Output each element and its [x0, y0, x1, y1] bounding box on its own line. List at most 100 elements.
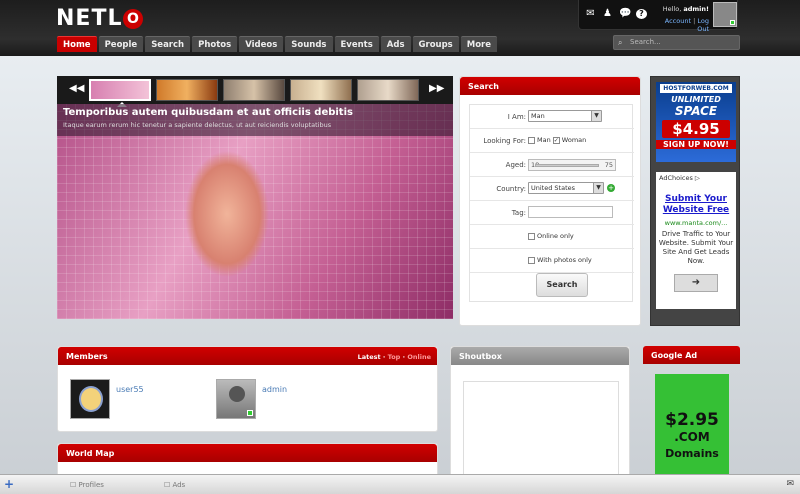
tag-input[interactable] — [528, 206, 613, 218]
logo-text: NETL — [56, 6, 123, 31]
iam-select[interactable]: Man ▼ — [528, 110, 602, 122]
plus-icon[interactable]: + — [4, 477, 14, 491]
iam-value: Man — [531, 112, 545, 120]
country-label: Country: — [496, 185, 526, 193]
search-icon: ⌕ — [618, 38, 623, 47]
slide-title[interactable]: Temporibus autem quibusdam et aut offici… — [63, 107, 447, 118]
members-panel: Members Latest · Top · Online user55 adm… — [57, 346, 438, 432]
user-box: ✉ ♟ 💬 ? Hello, admin! Account | Log Out — [578, 0, 738, 33]
tab-latest[interactable]: Latest — [358, 353, 381, 361]
slider-thumbnails: ◀◀ ▶▶ — [57, 76, 453, 104]
nav-tab-search[interactable]: Search — [145, 36, 191, 52]
slide-caption: Temporibus autem quibusdam et aut offici… — [57, 104, 453, 136]
slide-image[interactable] — [57, 104, 453, 319]
checkbox-woman[interactable]: ✓ — [552, 136, 560, 144]
ad-description: Drive Traffic to Your Website. Submit Yo… — [658, 230, 734, 265]
logout-link[interactable]: Log Out — [697, 17, 709, 33]
domain-ad-price: $2.95 — [665, 410, 719, 430]
nav-tab-more[interactable]: More — [460, 36, 498, 52]
bottom-ads[interactable]: ☐ Ads — [164, 481, 185, 489]
age-range-track[interactable] — [535, 164, 599, 167]
site-search-input[interactable]: ⌕ Search... — [613, 35, 740, 50]
bottom-profiles-label: Profiles — [78, 481, 104, 489]
members-tab-sep: · — [382, 353, 386, 361]
nav-tab-sounds[interactable]: Sounds — [285, 36, 333, 52]
member-avatar-user55[interactable] — [70, 379, 110, 419]
photos-option: With photos only — [528, 256, 592, 264]
shoutbox-panel: Shoutbox — [450, 346, 630, 494]
help-icon[interactable]: ? — [636, 9, 647, 19]
nav-tab-home[interactable]: Home — [57, 36, 97, 52]
add-country-icon[interactable]: + — [607, 184, 615, 192]
looking-row: Looking For: Man ✓ Woman — [470, 129, 634, 153]
user-greeting: Hello, admin! Account | Log Out — [653, 5, 709, 33]
user-avatar[interactable] — [713, 2, 737, 27]
nav-tab-events[interactable]: Events — [334, 36, 379, 52]
ad-url[interactable]: www.manta.com/... — [656, 219, 736, 227]
slider-prev-icon[interactable]: ◀◀ — [69, 83, 84, 94]
adchoices-label[interactable]: AdChoices ▷ — [656, 172, 736, 184]
tag-row: Tag: — [470, 201, 634, 225]
checkbox-online-only[interactable] — [528, 232, 535, 240]
bottom-ads-label: Ads — [172, 481, 186, 489]
account-link[interactable]: Account — [665, 17, 691, 25]
worldmap-title: World Map — [58, 444, 437, 462]
bottom-items: ☐ Profiles ☐ Ads — [70, 481, 185, 489]
search-button[interactable]: Search — [536, 273, 588, 297]
text-ad: AdChoices ▷ Submit Your Website Free www… — [656, 172, 736, 309]
greeting-text: Hello, — [662, 5, 682, 13]
domain-ad-com: .COM — [674, 430, 710, 444]
label-woman: Woman — [561, 136, 587, 144]
online-status-icon — [730, 20, 735, 25]
nav-tab-ads[interactable]: Ads — [380, 36, 411, 52]
member-avatar-admin[interactable] — [216, 379, 256, 419]
google-ad-panel: Google Ad $2.95 .COM Domains — [643, 346, 740, 494]
label-online-only: Online only — [537, 232, 574, 240]
checkbox-with-photos[interactable] — [528, 256, 535, 264]
country-value: United States — [531, 184, 576, 192]
slide-subtitle: Itaque earum rerum hic tenetur a sapient… — [63, 121, 332, 129]
age-max: 75 — [604, 161, 613, 169]
ad-cta[interactable]: SIGN UP NOW! — [656, 140, 736, 149]
nav-tab-people[interactable]: People — [98, 36, 144, 52]
slider-thumb-5[interactable] — [357, 79, 419, 101]
ad-headline-link[interactable]: Submit Your Website Free — [656, 194, 736, 216]
ad-line2: SPACE — [674, 104, 718, 118]
age-range-slider[interactable]: 18 75 — [528, 159, 616, 171]
country-select[interactable]: United States ▼ — [528, 182, 604, 194]
site-logo[interactable]: NETL O — [56, 6, 144, 31]
iam-label: I Am: — [507, 113, 526, 121]
mail-icon[interactable]: ✉ — [786, 479, 794, 489]
tab-online[interactable]: Online — [407, 353, 431, 361]
search-form: I Am: Man ▼ Looking For: Man ✓ Woman Aged:… — [469, 104, 634, 302]
member-name-admin[interactable]: admin — [262, 385, 287, 394]
online-status-icon — [247, 410, 253, 416]
slider-thumb-1[interactable] — [89, 79, 151, 101]
friends-icon[interactable]: ♟ — [602, 9, 613, 19]
members-tab-sep: · — [402, 353, 406, 361]
slider-thumb-4[interactable] — [290, 79, 352, 101]
search-placeholder: Search... — [630, 38, 661, 46]
slider-thumb-3[interactable] — [223, 79, 285, 101]
arrow-right-icon[interactable]: ➜ — [674, 274, 718, 292]
person-icon — [229, 386, 245, 402]
checkbox-man[interactable] — [528, 136, 535, 144]
featured-slider: ◀◀ ▶▶ Temporibus autem quibusdam et aut … — [57, 76, 453, 319]
slider-thumb-2[interactable] — [156, 79, 218, 101]
bottom-toolbar: + ☐ Profiles ☐ Ads ✉ — [0, 474, 800, 494]
nav-tab-photos[interactable]: Photos — [192, 36, 238, 52]
logo-o: O — [123, 8, 144, 29]
nav-tab-videos[interactable]: Videos — [239, 36, 284, 52]
chat-icon[interactable]: 💬 — [619, 9, 631, 19]
mail-icon[interactable]: ✉ — [585, 9, 596, 19]
bottom-profiles[interactable]: ☐ Profiles — [70, 481, 104, 489]
hosting-ad-banner[interactable]: HOSTFORWEB.COM UNLIMITED SPACE $4.95 SIG… — [656, 82, 736, 162]
slider-next-icon[interactable]: ▶▶ — [429, 83, 444, 94]
tag-label: Tag: — [511, 209, 526, 217]
chevron-down-icon: ▼ — [593, 183, 603, 193]
search-panel-title: Search — [460, 77, 640, 95]
looking-label: Looking For: — [483, 137, 526, 145]
nav-tab-groups[interactable]: Groups — [412, 36, 459, 52]
member-name-user55[interactable]: user55 — [116, 385, 144, 394]
tab-top[interactable]: Top — [388, 353, 401, 361]
